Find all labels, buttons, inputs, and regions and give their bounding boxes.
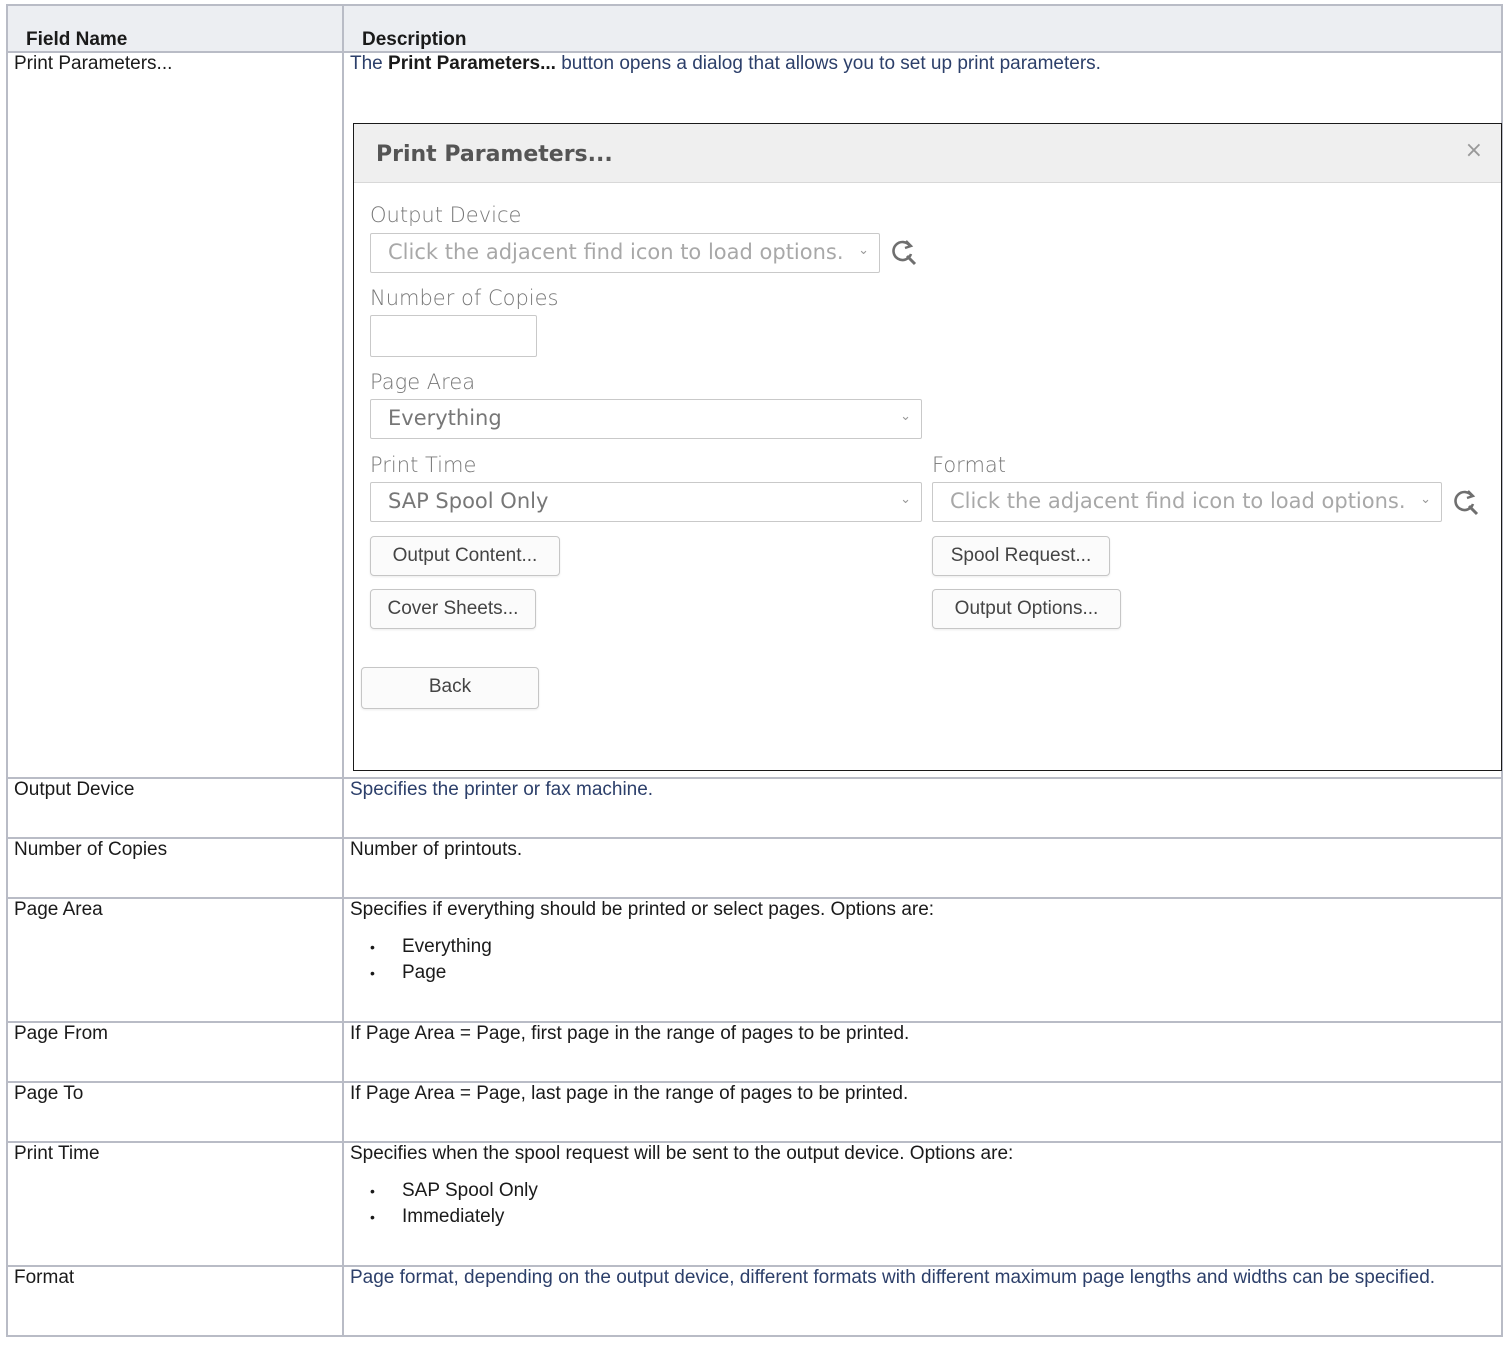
description-text: The Print Parameters... button opens a d… bbox=[350, 53, 1101, 74]
list-item: Page bbox=[370, 960, 1495, 986]
description-text: Specifies when the spool request will be… bbox=[350, 1143, 1014, 1164]
format-placeholder: Click the adjacent find icon to load opt… bbox=[950, 489, 1406, 513]
print-parameters-dialog: Print Parameters... × Output Device Clic… bbox=[353, 123, 1502, 771]
search-refresh-icon[interactable] bbox=[888, 237, 918, 267]
chevron-down-icon: ⌄ bbox=[858, 243, 869, 258]
cover-sheets-button[interactable]: Cover Sheets... bbox=[370, 589, 536, 629]
page-area-select[interactable]: Everything ⌄ bbox=[370, 399, 922, 439]
description-text: If Page Area = Page, first page in the r… bbox=[350, 1023, 910, 1044]
search-refresh-icon[interactable] bbox=[1450, 487, 1480, 517]
table-row: Page Area Specifies if everything should… bbox=[6, 897, 1503, 1023]
print-time-value: SAP Spool Only bbox=[388, 489, 549, 513]
table-row: Print Time Specifies when the spool requ… bbox=[6, 1141, 1503, 1267]
format-select[interactable]: Click the adjacent find icon to load opt… bbox=[932, 482, 1442, 522]
output-device-select[interactable]: Click the adjacent find icon to load opt… bbox=[370, 233, 880, 273]
print-time-label: Print Time bbox=[370, 453, 477, 477]
copies-label: Number of Copies bbox=[370, 286, 559, 310]
output-device-placeholder: Click the adjacent find icon to load opt… bbox=[388, 240, 844, 264]
output-options-button[interactable]: Output Options... bbox=[932, 589, 1121, 629]
header-field-name: Field Name bbox=[6, 4, 344, 53]
description-text: Number of printouts. bbox=[350, 839, 523, 860]
description-text: Page format, depending on the output dev… bbox=[350, 1267, 1436, 1288]
chevron-down-icon: ⌄ bbox=[900, 492, 911, 507]
field-name: Number of Copies bbox=[14, 839, 168, 860]
list-item: Immediately bbox=[370, 1204, 1495, 1230]
copies-input[interactable] bbox=[370, 315, 537, 357]
field-name: Page Area bbox=[14, 899, 103, 920]
page-area-value: Everything bbox=[388, 406, 502, 430]
description-text: If Page Area = Page, last page in the ra… bbox=[350, 1083, 909, 1104]
chevron-down-icon: ⌄ bbox=[1420, 492, 1431, 507]
print-time-select[interactable]: SAP Spool Only ⌄ bbox=[370, 482, 922, 522]
options-list: Everything Page bbox=[350, 934, 1495, 986]
close-icon[interactable]: × bbox=[1465, 138, 1483, 163]
table-row: Page From If Page Area = Page, first pag… bbox=[6, 1021, 1503, 1083]
description-bold: Print Parameters... bbox=[388, 53, 556, 74]
description-suffix: button opens a dialog that allows you to… bbox=[555, 53, 1101, 74]
format-label: Format bbox=[932, 453, 1007, 477]
description-text: Specifies if everything should be printe… bbox=[350, 899, 935, 920]
field-name: Print Time bbox=[14, 1143, 100, 1164]
description-text: Specifies the printer or fax machine. bbox=[350, 779, 654, 800]
header-description: Description bbox=[342, 4, 1503, 53]
table-row: Format Page format, depending on the out… bbox=[6, 1265, 1503, 1337]
table-row: Page To If Page Area = Page, last page i… bbox=[6, 1081, 1503, 1143]
table-row: Output Device Specifies the printer or f… bbox=[6, 777, 1503, 839]
list-item: SAP Spool Only bbox=[370, 1178, 1495, 1204]
field-name: Page To bbox=[14, 1083, 84, 1104]
spool-request-button[interactable]: Spool Request... bbox=[932, 536, 1110, 576]
output-device-label: Output Device bbox=[370, 203, 522, 227]
output-content-button[interactable]: Output Content... bbox=[370, 536, 560, 576]
dialog-header: Print Parameters... × bbox=[354, 124, 1501, 183]
table-header-row: Field Name Description bbox=[6, 4, 1503, 53]
field-name: Page From bbox=[14, 1023, 108, 1044]
field-name: Print Parameters... bbox=[14, 53, 173, 74]
page-area-label: Page Area bbox=[370, 370, 476, 394]
field-name: Output Device bbox=[14, 779, 135, 800]
dialog-title: Print Parameters... bbox=[376, 142, 613, 167]
chevron-down-icon: ⌄ bbox=[900, 409, 911, 424]
field-name: Format bbox=[14, 1267, 75, 1288]
back-button[interactable]: Back bbox=[361, 667, 539, 709]
options-list: SAP Spool Only Immediately bbox=[350, 1178, 1495, 1230]
table-row: Number of Copies Number of printouts. bbox=[6, 837, 1503, 899]
list-item: Everything bbox=[370, 934, 1495, 960]
description-prefix: The bbox=[350, 53, 389, 74]
